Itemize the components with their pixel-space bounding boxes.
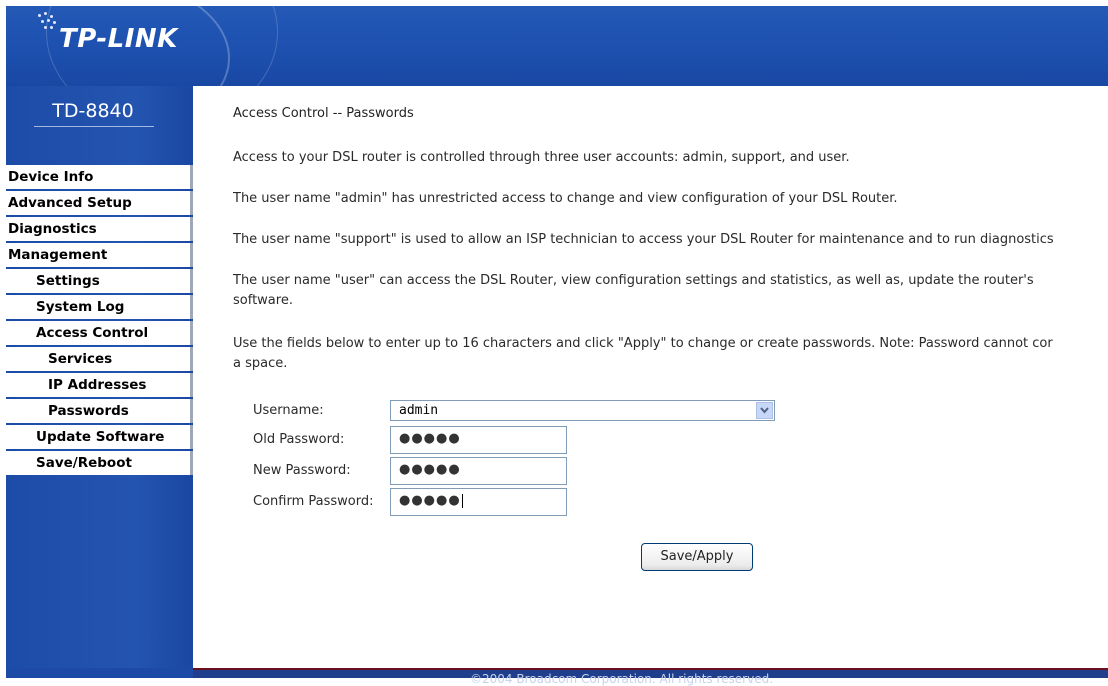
menu-item-save-reboot[interactable]: Save/Reboot	[6, 451, 193, 475]
instructions-paragraph-line1: Use the fields below to enter up to 16 c…	[233, 336, 1053, 351]
save-apply-button[interactable]: Save/Apply	[641, 543, 753, 571]
instructions-paragraph-line2: a space.	[233, 356, 288, 371]
header-banner: TP-LINK	[6, 6, 1108, 86]
confirm-password-value: ●●●●●	[399, 493, 461, 508]
menu-item-passwords[interactable]: Passwords	[6, 399, 193, 423]
menu-item-advanced-setup[interactable]: Advanced Setup	[6, 191, 193, 215]
menu-item-access-control[interactable]: Access Control	[6, 321, 193, 345]
menu-item-update-software[interactable]: Update Software	[6, 425, 193, 449]
main-content: Access Control -- Passwords Access to yo…	[193, 86, 1108, 668]
menu-item-device-info[interactable]: Device Info	[6, 165, 193, 189]
support-paragraph: The user name "support" is used to allow…	[233, 232, 1054, 247]
tp-link-logo: TP-LINK	[59, 24, 178, 54]
old-password-label: Old Password:	[253, 432, 345, 447]
new-password-value: ●●●●●	[399, 462, 461, 477]
confirm-password-field[interactable]: ●●●●●	[390, 488, 567, 516]
page-title: Access Control -- Passwords	[233, 106, 414, 121]
new-password-field[interactable]: ●●●●●	[390, 457, 567, 485]
username-select-value: admin	[399, 403, 439, 418]
user-paragraph-line1: The user name "user" can access the DSL …	[233, 273, 1034, 288]
menu-item-system-log[interactable]: System Log	[6, 295, 193, 319]
username-select[interactable]: admin	[390, 400, 775, 421]
sidebar-menu: Device Info Advanced Setup Diagnostics M…	[6, 165, 193, 477]
username-label: Username:	[253, 403, 324, 418]
copyright-text: ©2004 Broadcom Corporation. All rights r…	[470, 672, 774, 686]
menu-item-settings[interactable]: Settings	[6, 269, 193, 293]
admin-paragraph: The user name "admin" has unrestricted a…	[233, 191, 898, 206]
menu-item-ip-addresses[interactable]: IP Addresses	[6, 373, 193, 397]
menu-item-management[interactable]: Management	[6, 243, 193, 267]
logo-dots-icon	[36, 12, 60, 34]
old-password-value: ●●●●●	[399, 431, 461, 446]
old-password-field[interactable]: ●●●●●	[390, 426, 567, 454]
intro-paragraph: Access to your DSL router is controlled …	[233, 150, 850, 165]
menu-item-services[interactable]: Services	[6, 347, 193, 371]
confirm-password-label: Confirm Password:	[253, 494, 374, 509]
model-underline	[34, 126, 154, 127]
model-name: TD-8840	[52, 100, 134, 122]
new-password-label: New Password:	[253, 463, 351, 478]
sidebar: TD-8840 Device Info Advanced Setup Diagn…	[6, 86, 193, 668]
confirm-password-value-wrap: ●●●●●	[399, 493, 463, 508]
user-paragraph-line2: software.	[233, 293, 293, 308]
chevron-down-icon[interactable]	[756, 402, 773, 419]
menu-item-diagnostics[interactable]: Diagnostics	[6, 217, 193, 241]
text-caret	[461, 493, 463, 508]
